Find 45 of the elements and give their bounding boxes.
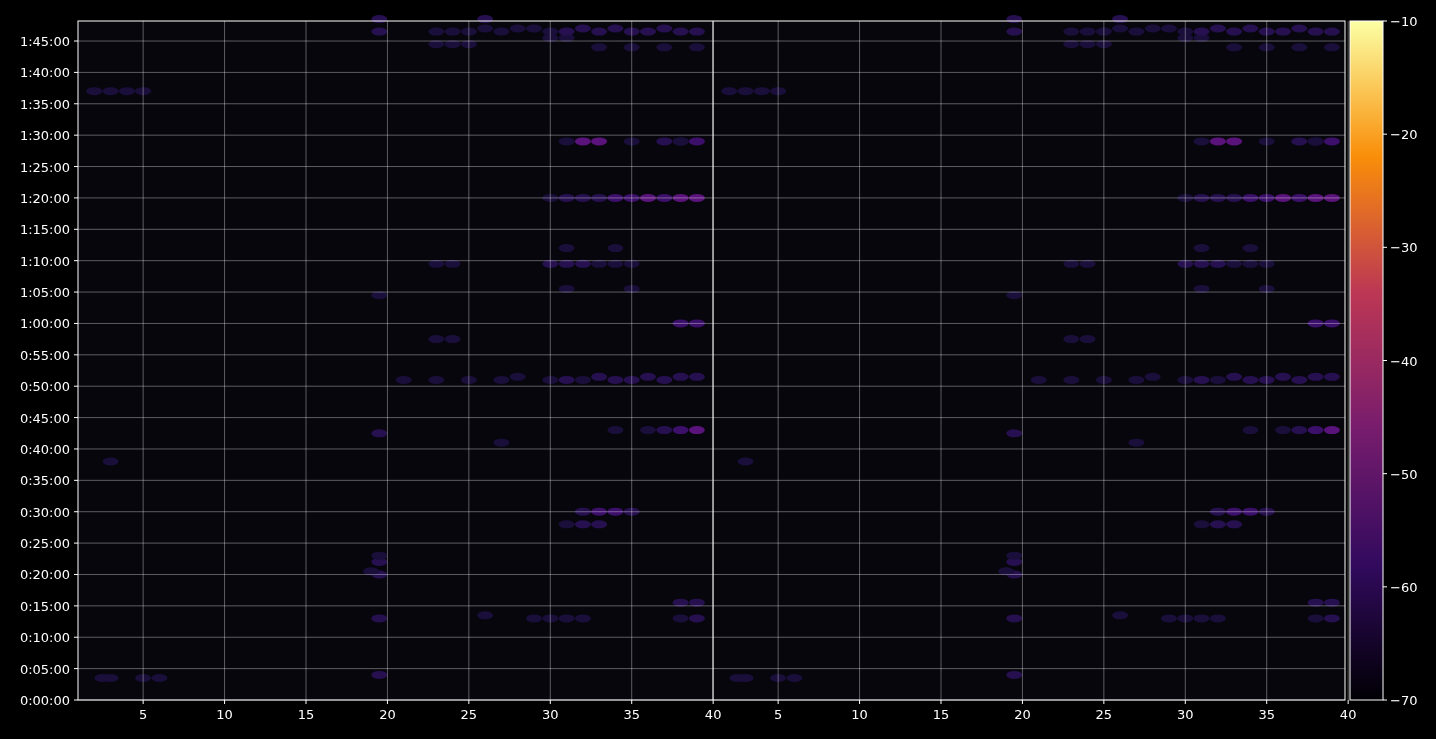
y-tick-label: 0:05:00 [19,661,70,677]
x-tick-label: 15 [932,707,950,722]
colorbar-tick-label: −10 [1390,14,1418,29]
x-tick-label: 25 [460,707,478,722]
x-tick-label: 5 [774,707,783,722]
y-tick-label: 1:20:00 [19,190,70,206]
y-tick-label: 0:40:00 [19,441,70,457]
x-tick-label: 5 [139,707,148,722]
x-tick-label: 35 [623,707,640,722]
y-tick-label: 0:45:00 [19,410,70,426]
y-tick-label: 0:15:00 [19,598,70,614]
y-tick-label: 0:35:00 [19,473,70,489]
y-tick-label: 0:55:00 [19,347,70,363]
y-tick-label: 1:10:00 [19,253,70,269]
colorbar-tick-label: −50 [1390,466,1418,482]
x-tick-label: 40 [1339,707,1357,722]
x-tick-label: 40 [704,707,722,722]
x-tick-label: 15 [297,707,315,722]
y-tick-label: 1:30:00 [19,128,70,144]
y-tick-label: 0:30:00 [19,504,70,520]
y-tick-label: 1:00:00 [19,316,70,332]
y-tick-label: 1:15:00 [19,222,70,238]
y-tick-label: 0:00:00 [19,693,70,708]
colorbar-tick-label: −40 [1390,353,1418,369]
colorbar-tick-label: −30 [1390,240,1418,256]
y-tick-label: 1:40:00 [19,65,70,81]
x-tick-label: 10 [851,707,868,722]
x-tick-label: 10 [216,707,233,722]
x-tick-label: 20 [1014,707,1031,722]
y-tick-label: 1:45:00 [19,34,70,49]
x-tick-label: 30 [542,707,559,722]
y-tick-label: 0:10:00 [19,630,70,646]
y-tick-label: 0:20:00 [19,567,70,583]
x-tick-label: 35 [1258,707,1275,722]
y-tick-label: 0:50:00 [19,379,70,395]
y-tick-label: 1:25:00 [19,159,70,175]
y-tick-label: 1:35:00 [19,96,70,112]
x-tick-label: 25 [1095,707,1113,722]
colorbar-tick-label: −20 [1390,127,1418,143]
x-tick-label: 30 [1177,707,1194,722]
x-tick-label: 20 [379,707,396,722]
y-tick-label: 1:05:00 [19,285,70,301]
colorbar-tick-label: −70 [1390,693,1418,708]
colorbar-tick-label: −60 [1390,579,1418,595]
y-tick-label: 0:25:00 [19,536,70,552]
